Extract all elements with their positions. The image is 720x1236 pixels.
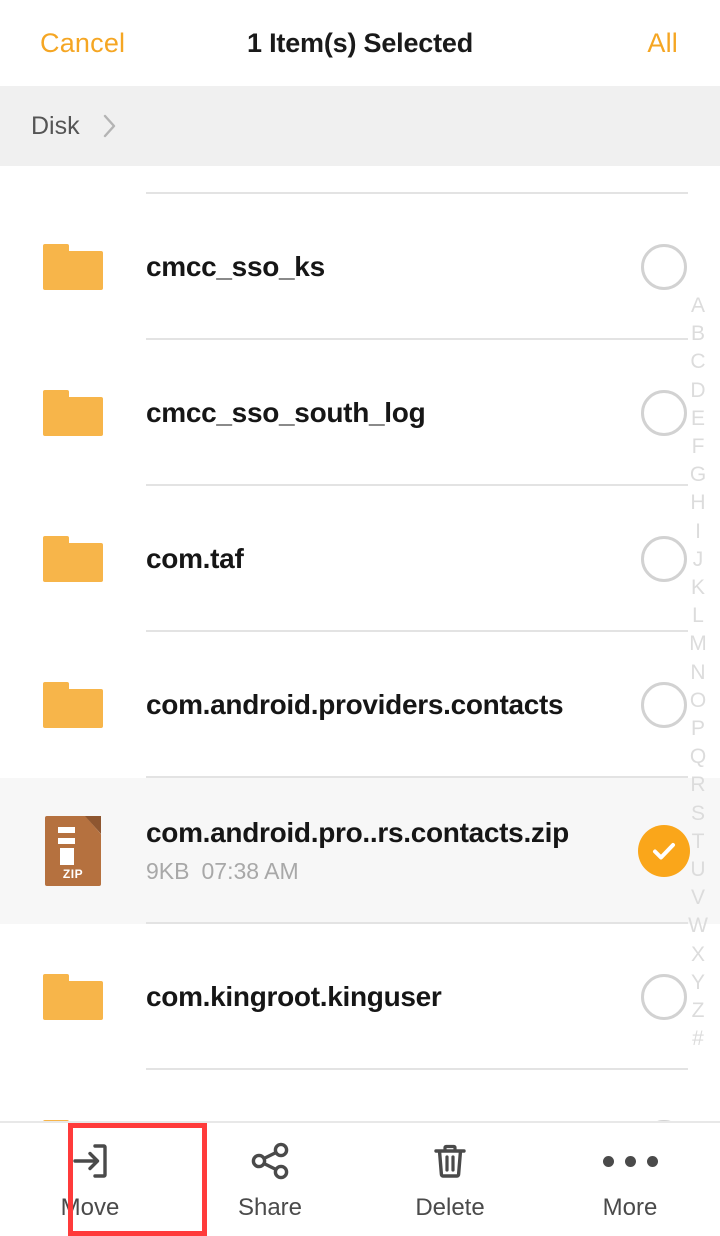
file-name: com.android.pro..rs.contacts.zip <box>146 817 569 848</box>
alpha-index-j[interactable]: J <box>693 546 704 574</box>
alpha-index-s[interactable]: S <box>691 800 705 828</box>
breadcrumb-item-disk[interactable]: Disk <box>31 112 80 141</box>
alpha-index-c[interactable]: C <box>690 348 705 376</box>
folder-icon <box>0 924 146 1070</box>
alpha-index-q[interactable]: Q <box>690 743 706 771</box>
more-icon <box>602 1137 658 1185</box>
file-manager-screen: Cancel 1 Item(s) Selected All Disk cmcc_… <box>0 0 720 1236</box>
alpha-index-f[interactable]: F <box>692 433 705 461</box>
action-toolbar: Move Share Delete More <box>0 1121 720 1236</box>
folder-icon <box>0 340 146 486</box>
move-button[interactable]: Move <box>0 1122 180 1236</box>
move-button-label: Move <box>60 1194 120 1221</box>
cancel-button[interactable]: Cancel <box>40 28 125 59</box>
file-name: com.taf <box>146 543 244 574</box>
file-name: com.android.providers.contacts <box>146 689 564 720</box>
alpha-index-o[interactable]: O <box>690 687 706 715</box>
alpha-index-x[interactable]: X <box>691 941 705 969</box>
alpha-index-e[interactable]: E <box>691 405 705 433</box>
alpha-index-m[interactable]: M <box>689 630 707 658</box>
alpha-index-y[interactable]: Y <box>691 969 705 997</box>
alpha-index-u[interactable]: U <box>690 856 705 884</box>
table-row-selected[interactable]: ZIP com.android.pro..rs.contacts.zip 9KB… <box>0 778 720 924</box>
alpha-index-hash[interactable]: # <box>692 1025 704 1053</box>
more-button[interactable]: More <box>540 1122 720 1236</box>
alpha-index-b[interactable]: B <box>691 320 705 348</box>
folder-icon <box>0 486 146 632</box>
alpha-index-v[interactable]: V <box>691 884 705 912</box>
select-all-button[interactable]: All <box>647 28 678 59</box>
table-row[interactable]: com.kingroot.kinguser <box>0 924 720 1070</box>
file-time: 07:38 AM <box>201 858 299 884</box>
delete-button[interactable]: Delete <box>360 1122 540 1236</box>
alpha-index-h[interactable]: H <box>690 489 705 517</box>
file-meta: 9KB 07:38 AM <box>146 858 618 885</box>
alphabet-index-scrollbar[interactable]: A B C D E F G H I J K L M N O P Q R S T U V W X Y Z # <box>676 292 720 1053</box>
share-button-label: Share <box>237 1194 303 1221</box>
list-row-partial-top <box>0 166 720 194</box>
alpha-index-r[interactable]: R <box>690 771 705 799</box>
alpha-index-g[interactable]: G <box>690 461 706 489</box>
zip-file-icon: ZIP <box>0 778 146 924</box>
move-icon <box>68 1137 112 1185</box>
zip-badge-label: ZIP <box>62 867 84 881</box>
file-name: cmcc_sso_ks <box>146 251 325 282</box>
trash-icon <box>428 1137 472 1185</box>
delete-button-label: Delete <box>415 1194 485 1221</box>
checkbox-unchecked-icon[interactable] <box>641 244 687 290</box>
folder-icon <box>0 632 146 778</box>
table-row[interactable]: cmcc_sso_ks <box>0 194 720 340</box>
alpha-index-z[interactable]: Z <box>692 997 705 1025</box>
alpha-index-i[interactable]: I <box>695 518 701 546</box>
file-name: com.kingroot.kinguser <box>146 981 442 1012</box>
alpha-index-w[interactable]: W <box>688 912 708 940</box>
table-row[interactable]: com.android.providers.contacts <box>0 632 720 778</box>
alpha-index-d[interactable]: D <box>690 377 705 405</box>
alpha-index-t[interactable]: T <box>692 828 705 856</box>
more-button-label: More <box>602 1194 658 1221</box>
share-button[interactable]: Share <box>180 1122 360 1236</box>
chevron-right-icon <box>102 113 118 139</box>
table-row[interactable]: cmcc_sso_south_log <box>0 340 720 486</box>
alpha-index-a[interactable]: A <box>691 292 705 320</box>
alpha-index-l[interactable]: L <box>692 602 704 630</box>
file-list[interactable]: cmcc_sso_ks cmcc_sso_south_log com.taf c… <box>0 166 720 1130</box>
file-size: 9KB <box>146 858 190 884</box>
share-icon <box>248 1137 292 1185</box>
table-row[interactable]: com.taf <box>0 486 720 632</box>
alpha-index-n[interactable]: N <box>690 659 705 687</box>
alpha-index-k[interactable]: K <box>691 574 705 602</box>
selection-action-bar: Cancel 1 Item(s) Selected All <box>0 0 720 86</box>
breadcrumb: Disk <box>0 86 720 166</box>
alpha-index-p[interactable]: P <box>691 715 705 743</box>
folder-icon <box>0 194 146 340</box>
file-name: cmcc_sso_south_log <box>146 397 426 428</box>
